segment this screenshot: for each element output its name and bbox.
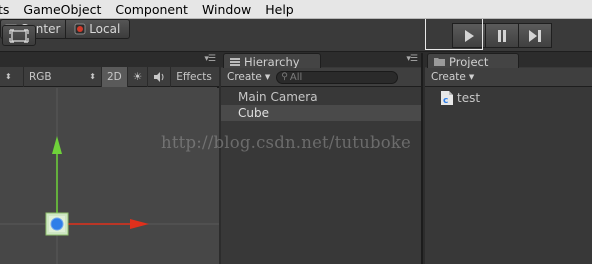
chevron-down-icon: ▼: [468, 73, 475, 81]
svg-text:c: c: [443, 96, 448, 105]
hierarchy-search-input[interactable]: ⚲ All: [276, 70, 399, 84]
create-label: Create: [431, 71, 466, 83]
step-button[interactable]: [519, 23, 552, 48]
pivot-local-label: Local: [89, 22, 121, 36]
project-item-label: test: [457, 91, 481, 105]
color-mode-label: RGB: [29, 70, 52, 83]
menu-item-tools[interactable]: ts: [0, 0, 16, 19]
chevron-down-icon: ▼: [264, 73, 271, 81]
pause-button[interactable]: [486, 23, 519, 48]
menu-bar: ts GameObject Component Window Help: [0, 0, 592, 19]
search-placeholder: All: [289, 71, 303, 83]
scene-panel: ▾☰ ⬍ RGB ⬍ 2D ☀ Effects: [0, 53, 219, 264]
search-icon: ⚲: [281, 72, 288, 82]
menu-item-help[interactable]: Help: [258, 0, 301, 19]
panel-menu-icon[interactable]: ▾☰: [406, 54, 418, 64]
panel-menu-icon[interactable]: ▾☰: [204, 54, 216, 64]
project-create-button[interactable]: Create ▼: [425, 71, 480, 83]
toggle-2d-button[interactable]: 2D: [102, 66, 128, 87]
tab-hierarchy-label: Hierarchy: [244, 54, 300, 69]
play-highlight-frame: [425, 19, 483, 50]
pivot-local-button[interactable]: Local: [65, 19, 130, 39]
transform-gizmo[interactable]: [0, 88, 219, 264]
hierarchy-panel: Hierarchy ▾☰ Create ▼ ⚲ All Main Camera …: [221, 53, 423, 264]
effects-dropdown[interactable]: Effects: [171, 67, 212, 87]
list-icon: [230, 57, 240, 66]
scene-tab-strip: ▾☰: [0, 53, 219, 67]
main-toolbar: Center Local: [0, 19, 592, 52]
scene-audio-toggle[interactable]: [148, 66, 172, 87]
hierarchy-toolbar: Create ▼ ⚲ All: [221, 68, 421, 87]
chevron-updown-icon: ⬍: [5, 72, 12, 81]
scene-toolbar: ⬍ RGB ⬍ 2D ☀ Effects: [0, 66, 219, 87]
color-mode-dropdown[interactable]: RGB ⬍: [24, 66, 102, 87]
speaker-icon: [154, 71, 164, 82]
move-view-icon: [9, 28, 29, 43]
menu-item-component[interactable]: Component: [108, 0, 195, 19]
folder-icon: [434, 58, 445, 66]
scene-lighting-toggle[interactable]: ☀: [128, 66, 149, 87]
effects-label: Effects: [176, 70, 212, 83]
project-tab-strip: Project: [425, 53, 592, 69]
local-rotation-icon: [74, 23, 86, 35]
render-mode-dropdown[interactable]: ⬍: [0, 66, 24, 87]
project-panel: Project Create ▼ c test: [425, 53, 592, 264]
hierarchy-item-label: Main Camera: [238, 90, 318, 104]
move-view-tool-button[interactable]: [2, 25, 36, 46]
watermark-text: http://blog.csdn.net/tutuboke: [161, 133, 412, 152]
hierarchy-item-main-camera[interactable]: Main Camera: [221, 89, 421, 105]
step-icon: [529, 29, 541, 42]
chevron-updown-icon: ⬍: [89, 72, 96, 81]
create-label: Create: [227, 71, 262, 83]
csharp-script-icon: c: [441, 91, 453, 105]
tab-project-label: Project: [449, 54, 489, 69]
project-item-test[interactable]: c test: [441, 91, 480, 105]
hierarchy-item-cube[interactable]: Cube: [221, 105, 421, 121]
project-toolbar: Create ▼: [425, 68, 592, 87]
pause-icon: [498, 29, 506, 42]
hierarchy-tab-strip: Hierarchy ▾☰: [221, 53, 421, 69]
hierarchy-item-label: Cube: [238, 106, 269, 120]
sun-icon: ☀: [132, 70, 143, 83]
scene-viewport[interactable]: [0, 88, 219, 264]
tab-project[interactable]: Project: [427, 53, 519, 69]
menu-item-gameobject[interactable]: GameObject: [16, 0, 108, 19]
tab-hierarchy[interactable]: Hierarchy: [223, 53, 321, 69]
mode-2d-label: 2D: [107, 70, 122, 83]
menu-item-window[interactable]: Window: [195, 0, 258, 19]
hierarchy-create-button[interactable]: Create ▼: [221, 71, 276, 83]
